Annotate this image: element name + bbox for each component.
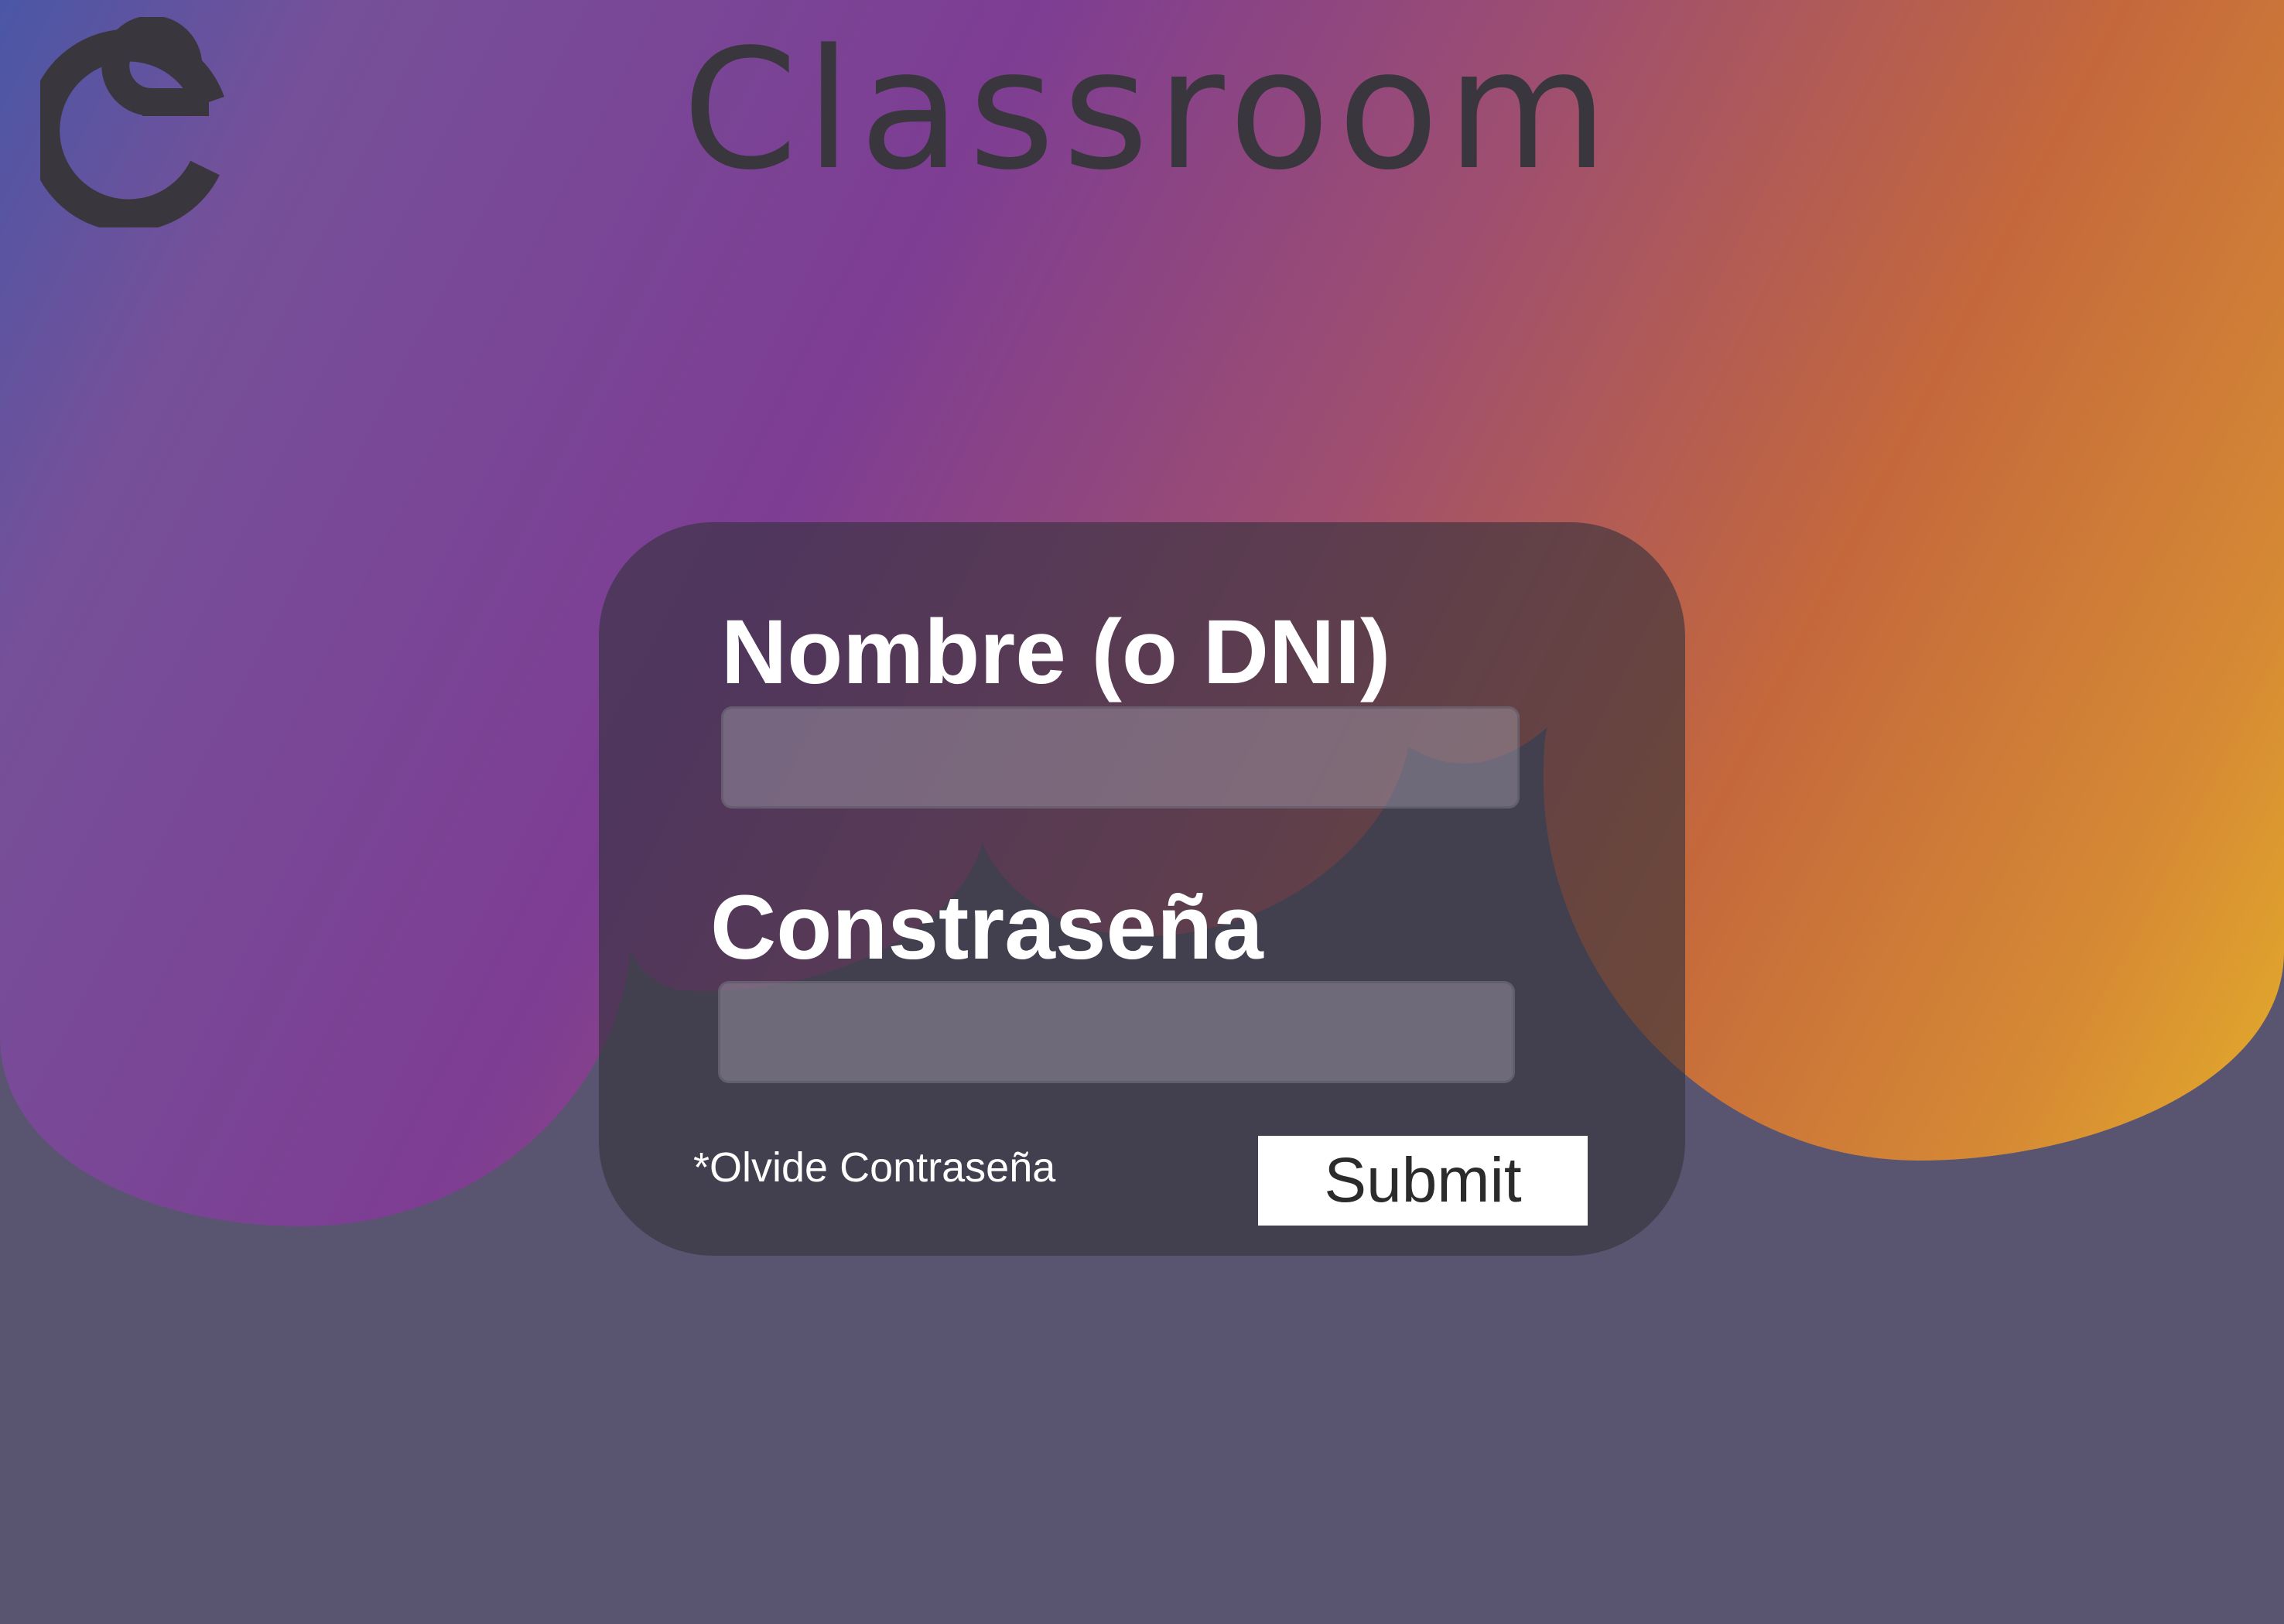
- username-label: Nombre (o DNI): [721, 601, 1391, 703]
- username-input[interactable]: [721, 706, 1520, 809]
- password-input[interactable]: [718, 981, 1515, 1083]
- forgot-password-link[interactable]: *Olvide Contraseña: [693, 1147, 1055, 1188]
- login-screen: Classroom Nombre (o DNI) Constraseña *Ol…: [0, 0, 2284, 1624]
- page-title: Classroom: [682, 14, 1616, 207]
- submit-button[interactable]: Submit: [1258, 1136, 1588, 1226]
- password-label: Constraseña: [710, 877, 1263, 979]
